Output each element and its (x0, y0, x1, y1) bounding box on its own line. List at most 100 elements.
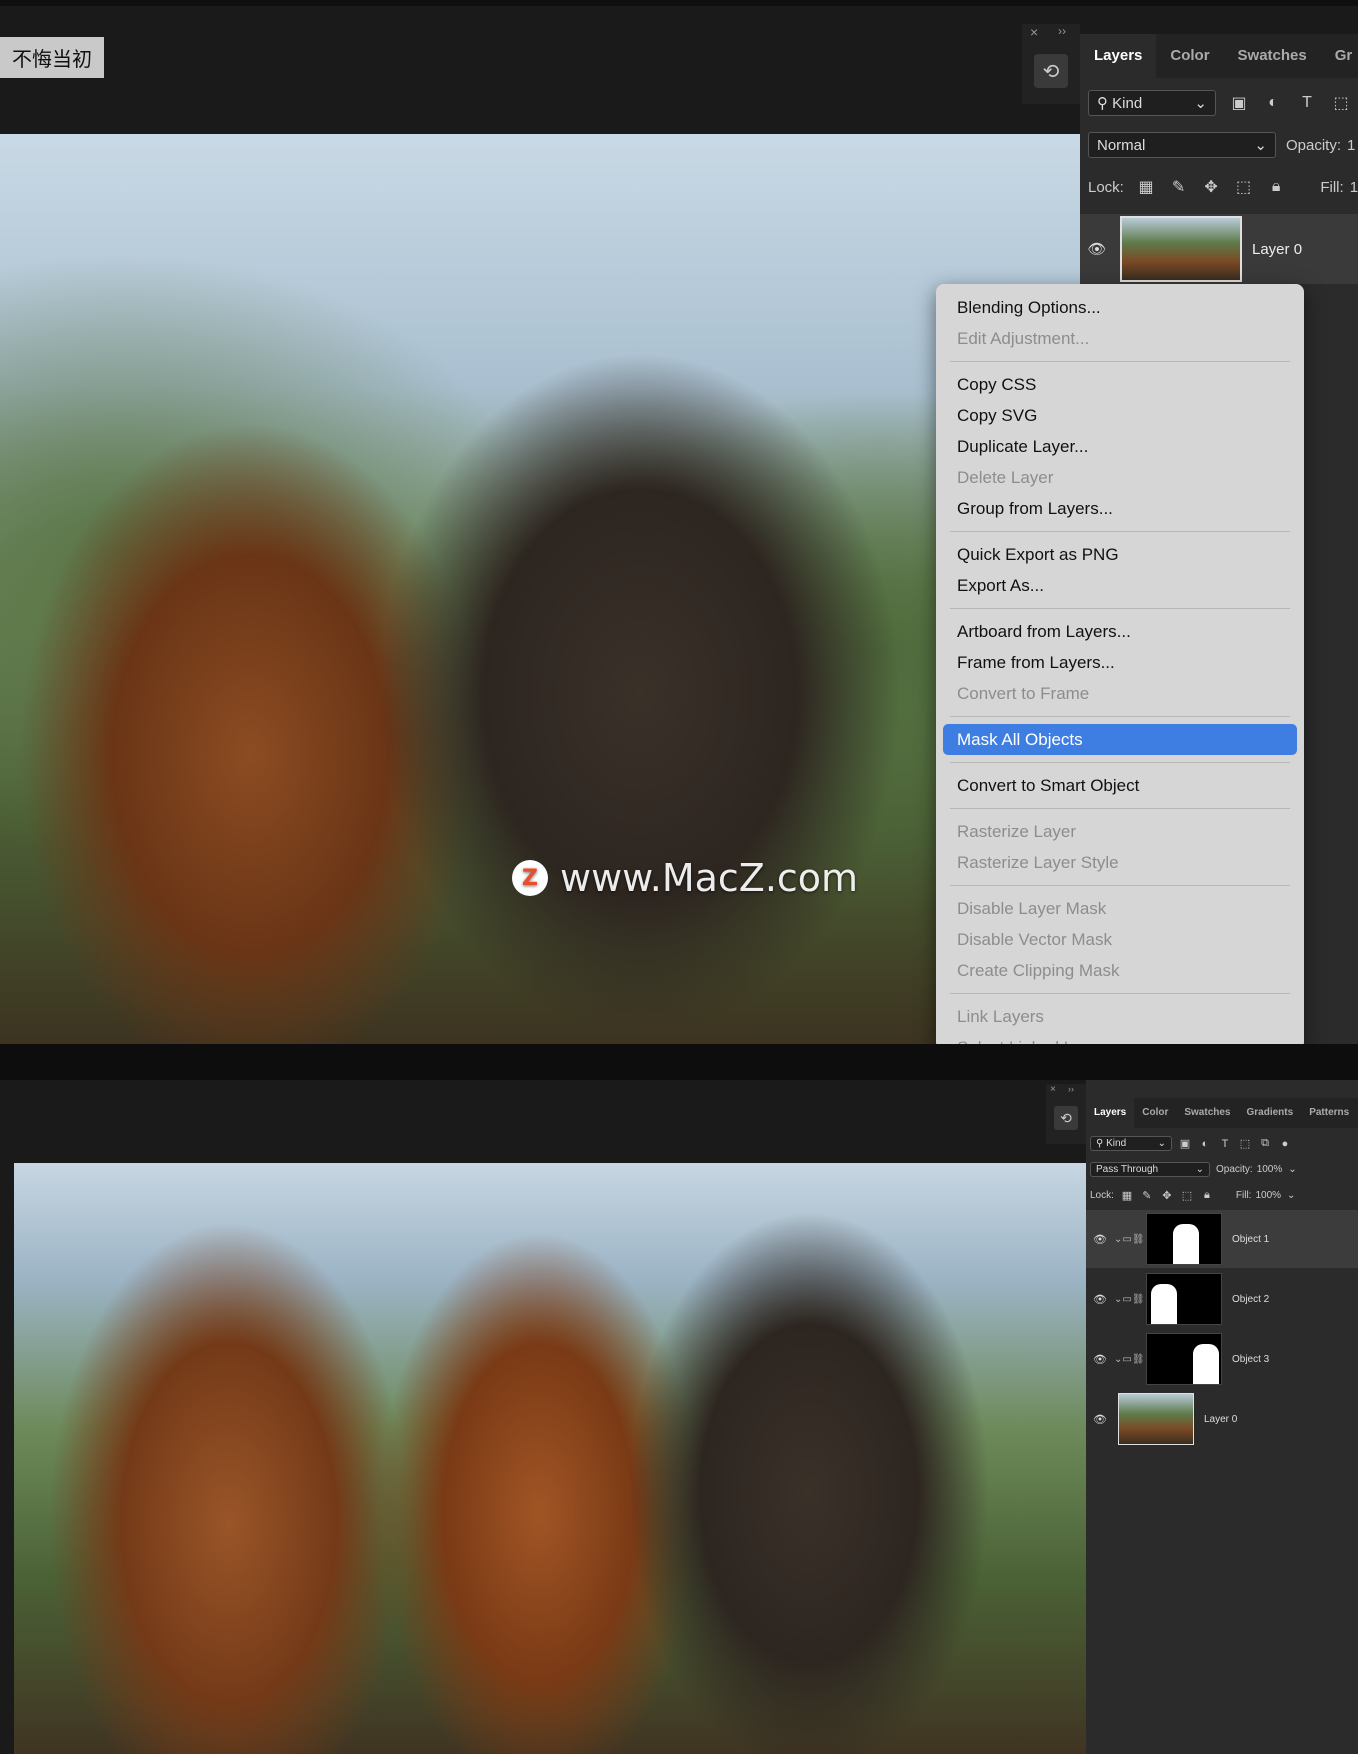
layer-row-object-1[interactable]: 👁︎ ⌄▭⛓ Object 1 (1086, 1210, 1358, 1268)
chevron-down-icon[interactable]: ⌄ (1287, 1190, 1295, 1201)
visibility-eye-icon[interactable]: 👁︎ (1086, 1353, 1114, 1366)
layer-name: Layer 0 (1252, 240, 1303, 258)
collapse-icon[interactable]: ›› (1058, 24, 1066, 38)
lock-paint-icon[interactable]: ✎ (1140, 1188, 1154, 1202)
tab-layers[interactable]: Layers (1086, 1098, 1135, 1128)
canvas-three-horses-photo (14, 1163, 1086, 1754)
menu-item-artboard-from-layers[interactable]: Artboard from Layers... (943, 616, 1297, 647)
adjustment-filter-icon[interactable]: ◐ (1198, 1137, 1212, 1151)
tab-color[interactable]: Color (1156, 34, 1223, 78)
lock-transparent-icon[interactable]: ▦ (1120, 1188, 1134, 1202)
close-icon[interactable]: × (1050, 1084, 1056, 1095)
layer-row-object-3[interactable]: 👁︎ ⌄▭⛓ Object 3 (1086, 1330, 1358, 1388)
visibility-eye-icon[interactable]: 👁︎ (1086, 1233, 1114, 1246)
search-icon: ⚲ (1097, 95, 1113, 112)
menu-item-delete-layer: Delete Layer (957, 468, 1054, 487)
adjustment-filter-icon[interactable]: ◐ (1262, 92, 1284, 114)
lock-all-icon[interactable]: 🔒︎ (1200, 1188, 1214, 1202)
image-filter-icon[interactable]: ▣ (1228, 92, 1250, 114)
separator (0, 1044, 1358, 1080)
menu-item-frame-from-layers[interactable]: Frame from Layers... (943, 647, 1297, 678)
lock-paint-icon[interactable]: ✎ (1168, 176, 1189, 198)
lock-move-icon[interactable]: ✥ (1201, 176, 1222, 198)
menu-item-disable-vector-mask: Disable Vector Mask (957, 930, 1112, 949)
kind-filter-select[interactable]: ⚲ Kind ⌄ (1090, 1136, 1172, 1151)
fill-value[interactable]: 100% (1255, 1190, 1281, 1201)
blend-mode-select[interactable]: Normal ⌄ (1088, 132, 1276, 158)
menu-item-duplicate-layer[interactable]: Duplicate Layer... (943, 431, 1297, 462)
tab-color[interactable]: Color (1134, 1098, 1176, 1128)
menu-item-select-linked-layers: Select Linked Layers (943, 1032, 1297, 1044)
tab-gradients[interactable]: Gradients (1239, 1098, 1302, 1128)
menu-item-rasterize-layer-style: Rasterize Layer Style (957, 853, 1119, 872)
top-screenshot: Z www.MacZ.com 不悔当初 × ›› ⟲ Layers Color … (0, 0, 1358, 1044)
watermark-logo-icon: Z (512, 860, 548, 896)
menu-item-quick-export-as-png[interactable]: Quick Export as PNG (943, 539, 1297, 570)
menu-item-group-from-layers[interactable]: Group from Layers... (943, 493, 1297, 524)
filter-row: ⚲ Kind ⌄ ▣ ◐ T ⬚ (1080, 90, 1358, 116)
lock-artboard-icon[interactable]: ⬚ (1180, 1188, 1194, 1202)
collapse-icon[interactable]: ›› (1068, 1084, 1074, 1094)
chevron-down-icon[interactable]: ⌄ (1288, 1164, 1296, 1175)
lock-move-icon[interactable]: ✥ (1160, 1188, 1174, 1202)
layer-thumbnail (1118, 1393, 1194, 1445)
layer-name: Object 1 (1232, 1233, 1270, 1245)
tab-patterns[interactable]: Patterns (1301, 1098, 1357, 1128)
image-filter-icon[interactable]: ▣ (1178, 1137, 1192, 1151)
visibility-eye-icon[interactable]: 👁︎ (1086, 1293, 1114, 1306)
tab-swatches[interactable]: Swatches (1224, 34, 1321, 78)
kind-filter-select[interactable]: ⚲ Kind ⌄ (1088, 90, 1216, 116)
lock-transparent-icon[interactable]: ▦ (1136, 176, 1157, 198)
smart-object-filter-icon[interactable]: ⧉ (1258, 1137, 1272, 1151)
shape-filter-icon[interactable]: ⬚ (1238, 1137, 1252, 1151)
layer-row-layer-0[interactable]: 👁︎ Layer 0 (1086, 1390, 1358, 1448)
lock-all-icon[interactable]: 🔒︎ (1266, 176, 1287, 198)
blend-mode-value: Pass Through (1096, 1164, 1159, 1175)
menu-item-edit-adjustment: Edit Adjustment... (957, 329, 1090, 348)
menu-separator (950, 808, 1290, 809)
menu-item-link-layers: Link Layers (957, 1007, 1044, 1026)
group-folder-icon[interactable]: ⌄▭⛓ (1114, 1234, 1146, 1245)
history-icon[interactable]: ⟲ (1034, 54, 1068, 88)
blend-mode-select[interactable]: Pass Through ⌄ (1090, 1162, 1210, 1177)
panel-tabs: Layers Color Swatches Gradients Patterns (1086, 1098, 1358, 1128)
type-filter-icon[interactable]: T (1218, 1137, 1232, 1151)
opacity-value[interactable]: 100% (1257, 1164, 1283, 1175)
close-icon[interactable]: × (1030, 24, 1038, 40)
tab-gradients[interactable]: Gr (1321, 34, 1358, 78)
visibility-eye-icon[interactable]: 👁︎ (1086, 1413, 1114, 1426)
tab-layers[interactable]: Layers (1080, 34, 1157, 78)
menu-item-copy-svg[interactable]: Copy SVG (943, 400, 1297, 431)
menu-item-copy-css[interactable]: Copy CSS (943, 369, 1297, 400)
blend-mode-value: Normal (1097, 136, 1146, 154)
tab-swatches[interactable]: Swatches (1176, 1098, 1238, 1128)
layers-panel: Layers Color Swatches Gradients Patterns… (1086, 1080, 1358, 1754)
type-filter-icon[interactable]: T (1296, 92, 1318, 114)
layer-name: Object 2 (1232, 1293, 1270, 1305)
group-folder-icon[interactable]: ⌄▭⛓ (1114, 1354, 1146, 1365)
side-strip: × ›› ⟲ (1022, 24, 1080, 104)
group-folder-icon[interactable]: ⌄▭⛓ (1114, 1294, 1146, 1305)
history-icon[interactable]: ⟲ (1054, 1106, 1078, 1130)
menu-separator (950, 361, 1290, 362)
chevron-down-icon: ⌄ (1194, 95, 1207, 112)
chevron-down-icon: ⌄ (1157, 1138, 1166, 1149)
menu-item-blending-options[interactable]: Blending Options... (943, 292, 1297, 323)
shape-filter-icon[interactable]: ⬚ (1330, 92, 1352, 114)
lock-label: Lock: (1088, 178, 1124, 196)
layer-row-object-2[interactable]: 👁︎ ⌄▭⛓ Object 2 (1086, 1270, 1358, 1328)
visibility-eye-icon[interactable]: 👁︎ (1080, 240, 1114, 258)
menu-item-export-as[interactable]: Export As... (943, 570, 1297, 601)
chevron-down-icon: ⌄ (1195, 1164, 1204, 1175)
canvas-horses-photo: Z www.MacZ.com (0, 134, 1080, 1044)
opacity-label: Opacity: (1216, 1164, 1253, 1175)
opacity-value[interactable]: 1 (1347, 137, 1355, 154)
filter-toggle-icon[interactable]: ● (1278, 1137, 1292, 1151)
layer-row[interactable]: 👁︎ Layer 0 (1080, 214, 1358, 284)
menu-item-mask-all-objects[interactable]: Mask All Objects (943, 724, 1297, 755)
fill-value[interactable]: 1 (1350, 179, 1358, 196)
lock-artboard-icon[interactable]: ⬚ (1233, 176, 1254, 198)
menu-item-convert-to-smart-object[interactable]: Convert to Smart Object (943, 770, 1297, 801)
layer-name: Object 3 (1232, 1353, 1270, 1365)
blend-row: Normal ⌄ Opacity: 1 (1080, 132, 1358, 158)
